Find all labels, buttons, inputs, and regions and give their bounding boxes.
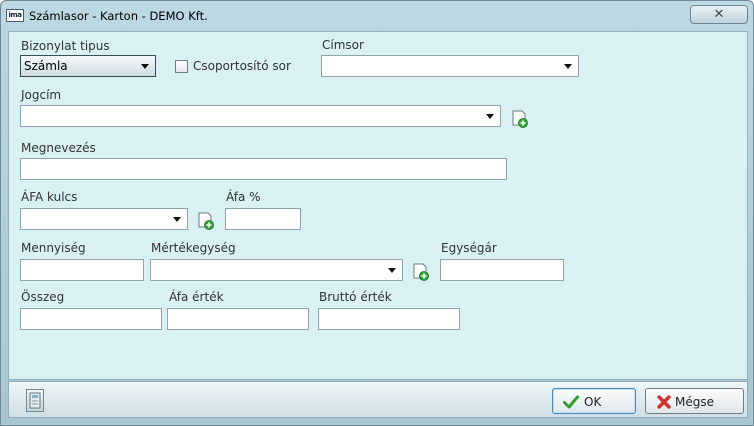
megnevezes-input[interactable] bbox=[20, 158, 507, 180]
add-jogcim-icon[interactable] bbox=[511, 110, 529, 128]
bizonylat-tipus-value: Számla bbox=[24, 59, 68, 73]
ok-button-label: OK bbox=[584, 395, 602, 409]
calculator-button[interactable] bbox=[26, 389, 44, 412]
cancel-button[interactable]: Mégse bbox=[645, 388, 744, 414]
window-title: Számlasor - Karton - DEMO Kft. bbox=[29, 9, 208, 23]
checkmark-icon bbox=[563, 395, 579, 409]
label-cimsor: Címsor bbox=[322, 38, 364, 52]
cimsor-select[interactable] bbox=[321, 55, 579, 77]
dropdown-arrow-icon bbox=[388, 268, 396, 273]
bizonylat-tipus-select[interactable]: Számla bbox=[20, 55, 156, 77]
afa-ertek-input[interactable] bbox=[167, 308, 309, 330]
app-logo-icon: ima bbox=[6, 9, 24, 22]
dropdown-arrow-icon bbox=[564, 64, 572, 69]
label-megnevezes: Megnevezés bbox=[21, 141, 96, 155]
afa-szazalek-input[interactable] bbox=[225, 208, 301, 230]
close-icon: ✕ bbox=[713, 7, 725, 22]
afa-kulcs-select[interactable] bbox=[20, 208, 188, 230]
dropdown-arrow-icon bbox=[173, 217, 181, 222]
cancel-x-icon bbox=[657, 395, 671, 409]
ok-button[interactable]: OK bbox=[552, 388, 636, 414]
mertekegyseg-select[interactable] bbox=[150, 259, 403, 281]
label-osszeg: Összeg bbox=[21, 290, 65, 304]
label-bizonylat-tipus: Bizonylat tipus bbox=[21, 39, 110, 53]
jogcim-select[interactable] bbox=[20, 105, 501, 127]
add-afa-kulcs-icon[interactable] bbox=[197, 212, 215, 230]
title-bar[interactable]: ima Számlasor - Karton - DEMO Kft. ✕ bbox=[1, 1, 753, 31]
form-panel: Bizonylat tipus Számla Csoportosító sor … bbox=[8, 31, 748, 380]
brutto-ertek-input[interactable] bbox=[318, 308, 460, 330]
label-afa-kulcs: ÁFA kulcs bbox=[21, 190, 78, 204]
add-mertekegyseg-icon[interactable] bbox=[412, 263, 430, 281]
egysegar-input[interactable] bbox=[440, 259, 564, 281]
button-bar: OK Mégse bbox=[8, 381, 748, 418]
cancel-button-label: Mégse bbox=[675, 395, 714, 409]
dialog-window: ima Számlasor - Karton - DEMO Kft. ✕ Biz… bbox=[0, 0, 754, 426]
label-mennyiseg: Mennyiség bbox=[21, 241, 86, 255]
label-afa-ertek: Áfa érték bbox=[169, 290, 224, 304]
dropdown-arrow-icon bbox=[486, 114, 494, 119]
label-egysegar: Egységár bbox=[441, 241, 497, 255]
mennyiseg-input[interactable] bbox=[20, 259, 144, 281]
close-button[interactable]: ✕ bbox=[690, 5, 748, 24]
calculator-icon bbox=[29, 392, 41, 409]
label-brutto-ertek: Bruttó érték bbox=[319, 290, 392, 304]
label-mertekegyseg: Mértékegység bbox=[151, 241, 236, 255]
dropdown-arrow-icon bbox=[141, 64, 149, 69]
label-afa-szazalek: Áfa % bbox=[226, 190, 261, 204]
label-jogcim: Jogcím bbox=[21, 88, 62, 102]
label-csoportosito: Csoportosító sor bbox=[193, 59, 291, 73]
csoportosito-checkbox[interactable] bbox=[175, 60, 188, 73]
osszeg-input[interactable] bbox=[20, 308, 162, 330]
